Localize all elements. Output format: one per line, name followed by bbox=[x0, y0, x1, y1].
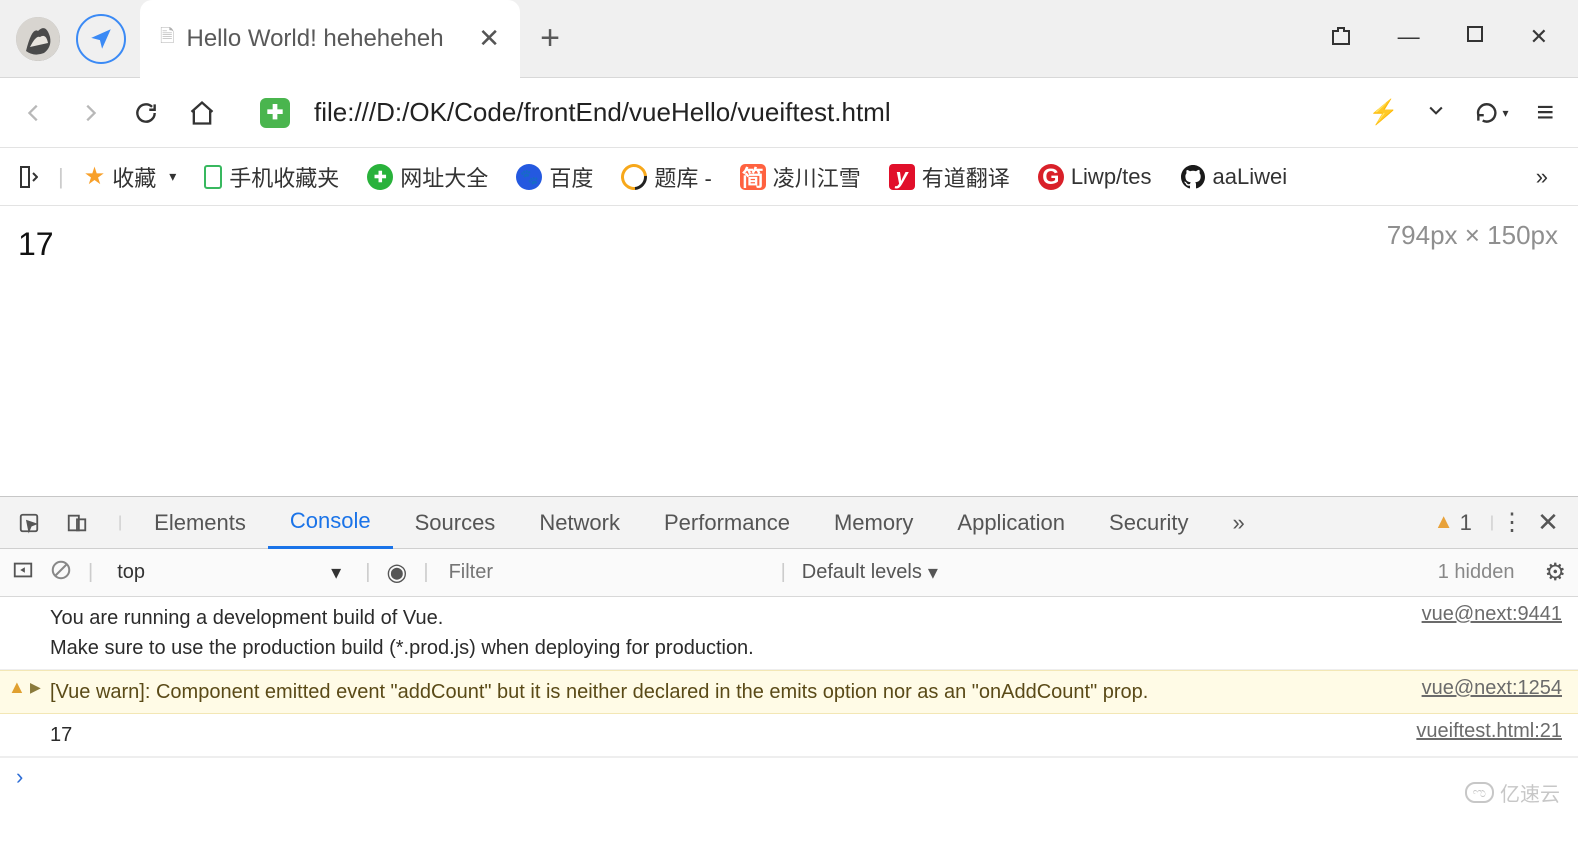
bookmark-liwp[interactable]: GLiwp/tes bbox=[1030, 164, 1160, 190]
devtools-tabs: | Elements Console Sources Network Perfo… bbox=[0, 497, 1578, 549]
warning-icon: ▲ bbox=[8, 677, 26, 698]
github-icon bbox=[1180, 164, 1206, 190]
bookmarks-toggle[interactable] bbox=[12, 166, 46, 188]
page-value: 17 bbox=[18, 226, 1560, 263]
watermark: ಌ 亿速云 bbox=[1465, 778, 1560, 807]
context-selector[interactable]: top▾ bbox=[109, 556, 349, 589]
tab-security[interactable]: Security bbox=[1087, 497, 1210, 549]
inspect-icon[interactable] bbox=[12, 506, 46, 540]
menu-button[interactable]: ≡ bbox=[1536, 96, 1554, 130]
360-icon: ✚ bbox=[367, 164, 393, 190]
security-shield-icon[interactable]: ✚ bbox=[260, 98, 290, 128]
bookmark-wangzhi[interactable]: ✚网址大全 bbox=[359, 161, 496, 193]
bookmark-youdao[interactable]: y有道翻译 bbox=[881, 161, 1018, 193]
tabs-overflow[interactable]: » bbox=[1211, 497, 1267, 549]
close-tab-icon[interactable]: ✕ bbox=[478, 23, 500, 54]
tiku-icon bbox=[621, 164, 647, 190]
address-bar: ✚ file:///D:/OK/Code/frontEnd/vueHello/v… bbox=[0, 78, 1578, 148]
separator: | bbox=[365, 561, 370, 584]
file-icon: 🗎 bbox=[160, 24, 174, 54]
filter-input[interactable] bbox=[445, 557, 765, 588]
mobile-favorites[interactable]: 手机收藏夹 bbox=[196, 161, 347, 193]
console-toolbar: | top▾ | ◉ | | Default levels▾ 1 hidden … bbox=[0, 549, 1578, 597]
warning-icon: ▲ bbox=[1434, 511, 1454, 534]
reload-button[interactable] bbox=[124, 91, 168, 135]
live-expression-icon[interactable]: ◉ bbox=[386, 558, 407, 587]
tab-elements[interactable]: Elements bbox=[132, 497, 268, 549]
new-tab-button[interactable]: + bbox=[520, 19, 580, 58]
page-content: 17 794px × 150px bbox=[0, 206, 1578, 496]
dimensions-overlay: 794px × 150px bbox=[1387, 220, 1558, 251]
url-display[interactable]: file:///D:/OK/Code/frontEnd/vueHello/vue… bbox=[308, 97, 1357, 128]
hidden-count[interactable]: 1 hidden bbox=[1438, 561, 1515, 584]
window-controls: — ✕ bbox=[1329, 24, 1570, 54]
bookmarks-overflow[interactable]: » bbox=[1528, 164, 1556, 190]
watermark-icon: ಌ bbox=[1465, 782, 1494, 803]
minimize-button[interactable]: — bbox=[1398, 24, 1420, 54]
devtools-menu-icon[interactable]: ⋮ bbox=[1494, 508, 1530, 537]
separator: | bbox=[88, 561, 93, 584]
log-entry-warning: ▲ [Vue warn]: Component emitted event "a… bbox=[0, 670, 1578, 714]
undo-button[interactable]: ▾ bbox=[1474, 100, 1508, 126]
back-button[interactable] bbox=[12, 91, 56, 135]
profile-avatar[interactable] bbox=[16, 17, 60, 61]
log-source-link[interactable]: vue@next:9441 bbox=[1422, 603, 1562, 626]
bookmark-baidu[interactable]: 🐾百度 bbox=[508, 161, 601, 193]
tab-performance[interactable]: Performance bbox=[642, 497, 812, 549]
maximize-button[interactable] bbox=[1465, 24, 1485, 54]
phone-icon bbox=[204, 165, 222, 189]
close-window-button[interactable]: ✕ bbox=[1530, 24, 1548, 54]
separator: | bbox=[58, 164, 64, 190]
log-levels-selector[interactable]: Default levels▾ bbox=[802, 560, 938, 585]
tab-memory[interactable]: Memory bbox=[812, 497, 935, 549]
home-button[interactable] bbox=[180, 91, 224, 135]
warning-count[interactable]: ▲1 bbox=[1434, 510, 1472, 536]
active-tab[interactable]: 🗎 Hello World! heheheheh ✕ bbox=[140, 0, 520, 78]
bookmark-lingchuan[interactable]: 简凌川江雪 bbox=[732, 161, 869, 193]
tab-bar: 🗎 Hello World! heheheheh ✕ + — ✕ bbox=[0, 0, 1578, 78]
forward-button[interactable] bbox=[68, 91, 112, 135]
console-prompt[interactable]: › bbox=[0, 757, 1578, 796]
log-entry-info: You are running a development build of V… bbox=[0, 597, 1578, 670]
star-icon: ★ bbox=[84, 162, 106, 191]
youdao-icon: y bbox=[889, 164, 915, 190]
baidu-icon: 🐾 bbox=[516, 164, 542, 190]
prompt-icon: › bbox=[16, 764, 23, 790]
console-settings-icon[interactable]: ⚙ bbox=[1544, 558, 1566, 587]
log-source-link[interactable]: vueiftest.html:21 bbox=[1416, 720, 1562, 743]
bookmark-aaliwei[interactable]: aaLiwei bbox=[1172, 164, 1296, 190]
bookmark-tiku[interactable]: 题库 - bbox=[613, 161, 719, 193]
speed-icon[interactable]: ⚡ bbox=[1369, 98, 1399, 127]
favorites-button[interactable]: ★收藏▾ bbox=[76, 161, 185, 193]
tab-sources[interactable]: Sources bbox=[393, 497, 518, 549]
clear-console-icon[interactable] bbox=[50, 559, 72, 587]
bookmarks-bar: | ★收藏▾ 手机收藏夹 ✚网址大全 🐾百度 题库 - 简凌川江雪 y有道翻译 … bbox=[0, 148, 1578, 206]
devtools-close-icon[interactable]: ✕ bbox=[1530, 507, 1566, 538]
tab-application[interactable]: Application bbox=[935, 497, 1087, 549]
separator: | bbox=[423, 561, 428, 584]
toolbox-icon[interactable] bbox=[1329, 24, 1353, 54]
devtools-panel: | Elements Console Sources Network Perfo… bbox=[0, 496, 1578, 796]
device-toggle-icon[interactable] bbox=[60, 506, 94, 540]
log-source-link[interactable]: vue@next:1254 bbox=[1422, 677, 1562, 700]
separator: | bbox=[118, 514, 122, 532]
ling-icon: 简 bbox=[740, 164, 766, 190]
browser-logo-icon[interactable] bbox=[76, 14, 126, 64]
tab-title: Hello World! heheheheh bbox=[186, 25, 466, 53]
separator: | bbox=[781, 561, 786, 584]
console-sidebar-toggle-icon[interactable] bbox=[12, 559, 34, 587]
log-entry: 17 vueiftest.html:21 bbox=[0, 714, 1578, 757]
tab-network[interactable]: Network bbox=[517, 497, 642, 549]
gitee-icon: G bbox=[1038, 164, 1064, 190]
console-log: You are running a development build of V… bbox=[0, 597, 1578, 796]
tab-console[interactable]: Console bbox=[268, 497, 393, 549]
dropdown-icon[interactable] bbox=[1426, 99, 1446, 127]
